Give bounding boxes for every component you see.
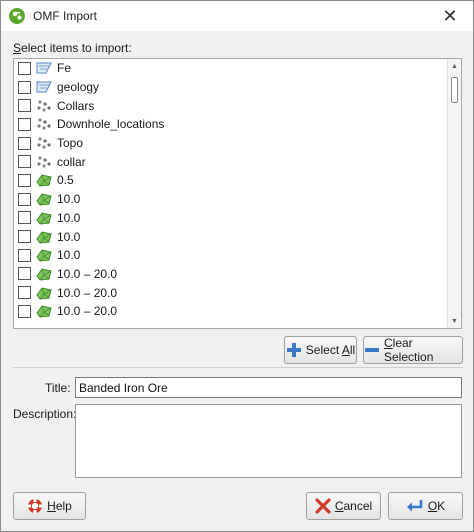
item-label: Topo [57,136,84,151]
minus-icon [364,342,380,358]
import-items-list[interactable]: Fe geology Collars Downhole_locations Topo co… [13,58,462,329]
title-field[interactable] [75,377,462,398]
scroll-thumb[interactable] [451,77,458,103]
list-item[interactable]: collar [14,152,447,171]
list-scrollbar[interactable]: ▲ ▼ [447,59,461,328]
item-label: geology [57,80,100,95]
item-checkbox[interactable] [18,117,31,131]
list-item[interactable]: Topo [14,134,447,153]
scroll-down-icon[interactable]: ▼ [448,314,461,328]
list-item[interactable]: Collars [14,96,447,115]
clear-selection-button[interactable]: Clear Selection [363,336,463,364]
surface-icon [36,230,52,244]
clear-selection-label: Clear Selection [384,336,434,364]
list-item[interactable]: 10.0 – 20.0 [14,283,447,302]
list-item[interactable]: 0.5 [14,171,447,190]
item-checkbox[interactable] [18,211,31,225]
list-item[interactable]: 10.0 [14,190,447,209]
cancel-button[interactable]: Cancel [306,492,381,520]
lifebuoy-icon [27,498,43,514]
help-label: Help [47,499,72,513]
surface-icon [36,173,52,187]
list-item[interactable]: 10.0 [14,209,447,228]
item-label: 10.0 – 20.0 [57,285,118,300]
surface-icon [36,211,52,225]
item-checkbox[interactable] [18,230,31,244]
surface-icon [36,286,52,300]
ok-label: OK [427,499,446,513]
item-label: 10.0 – 20.0 [57,266,118,281]
item-checkbox[interactable] [18,267,31,281]
item-label: collar [57,154,86,169]
close-window-button[interactable]: ✕ [427,1,473,31]
list-item[interactable]: 10.0 – 20.0 [14,265,447,284]
item-checkbox[interactable] [18,192,31,206]
list-item[interactable]: 10.0 – 20.0 [14,302,447,321]
cancel-label: Cancel [334,499,373,513]
section-divider [13,367,463,368]
points-icon [36,99,52,113]
item-checkbox[interactable] [18,80,31,94]
item-label: 10.0 [57,210,81,225]
list-item[interactable]: 10.0 [14,246,447,265]
grid-icon [36,80,52,94]
surface-icon [36,304,52,318]
window-title: OMF Import [33,9,98,23]
item-checkbox[interactable] [18,136,31,150]
item-checkbox[interactable] [18,304,31,318]
item-checkbox[interactable] [18,248,31,262]
scroll-up-icon[interactable]: ▲ [448,59,461,73]
item-checkbox[interactable] [18,286,31,300]
list-item[interactable]: Fe [14,59,447,78]
select-all-button[interactable]: Select All [284,336,357,364]
select-items-label: Select items to import: [13,41,132,55]
plus-icon [286,342,302,358]
item-label: 10.0 [57,192,81,207]
title-field-label: Title: [45,381,71,395]
surface-icon [36,192,52,206]
list-item[interactable]: Downhole_locations [14,115,447,134]
item-label: Fe [57,61,72,76]
ok-button[interactable]: OK [388,492,463,520]
points-icon [36,136,52,150]
item-checkbox[interactable] [18,99,31,113]
grid-icon [36,61,52,75]
item-label: 0.5 [57,173,74,188]
item-label: Downhole_locations [57,117,165,132]
list-item[interactable]: 10.0 [14,227,447,246]
item-checkbox[interactable] [18,155,31,169]
list-item[interactable]: geology [14,78,447,97]
help-button[interactable]: Help [13,492,86,520]
item-label: Collars [57,98,95,113]
close-icon: ✕ [442,5,458,26]
surface-icon [36,267,52,281]
item-label: 10.0 [57,229,81,244]
description-field-label: Description: [13,407,77,421]
item-checkbox[interactable] [18,61,31,75]
cancel-x-icon [315,498,331,514]
item-label: 10.0 – 20.0 [57,304,118,319]
title-bar: OMF Import ✕ [1,1,473,31]
enter-arrow-icon [406,498,424,514]
select-all-label: Select All [305,343,356,357]
omf-import-dialog: OMF Import ✕ Select items to import: Fe g… [0,0,474,532]
item-label: 10.0 [57,248,81,263]
description-field[interactable] [75,404,462,478]
points-icon [36,155,52,169]
item-checkbox[interactable] [18,173,31,187]
app-logo-icon [9,8,25,24]
points-icon [36,117,52,131]
surface-icon [36,248,52,262]
